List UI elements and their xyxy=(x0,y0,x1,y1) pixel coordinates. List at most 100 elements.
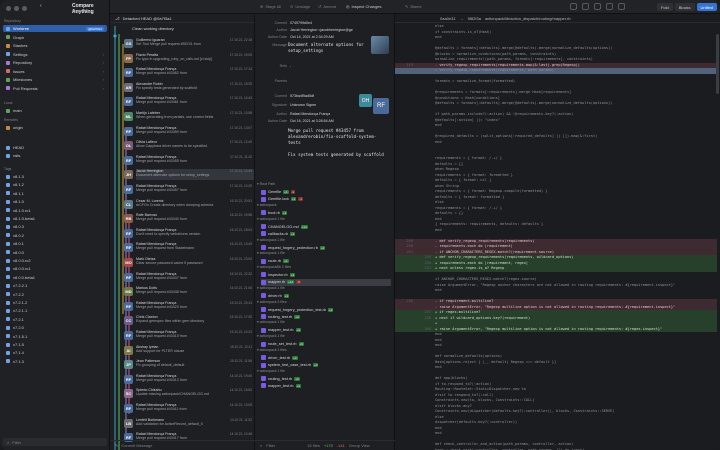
changed-file-row[interactable]: CHANGELOG.md +14 xyxy=(261,223,391,230)
changed-file-row[interactable]: driver_test.rb +4 xyxy=(261,354,391,361)
tag-v8-1-1[interactable]: v8.1.1 xyxy=(3,190,107,197)
changed-file-row[interactable]: mapper.rb +14 -6 xyxy=(261,278,391,286)
file-group-header[interactable]: ▾ actionpack xyxy=(257,203,276,207)
back-icon[interactable]: ‹ xyxy=(40,3,42,9)
sidebar-item-milestones[interactable]: Milestones › xyxy=(3,76,107,83)
tag-v7-1-5-1[interactable]: v7.1.5.1 xyxy=(3,333,107,340)
tag-v8-1-0-rc1[interactable]: v8.1.0.rc1 xyxy=(3,207,107,214)
fetch-icon[interactable] xyxy=(582,3,589,10)
commit-row[interactable]: Flavio Peralta Fix typo in upgrading_ruby… xyxy=(136,53,254,64)
sidebar-item-pull-requests[interactable]: Pull Requests › xyxy=(3,85,107,92)
changed-file-row[interactable]: Gemfile +1 -1 xyxy=(261,189,391,196)
commit-row[interactable]: Rafael Mendonça França Merge pull request… xyxy=(136,126,254,137)
share-icon[interactable] xyxy=(606,3,613,10)
commit-row[interactable]: Sptedo Chikahu Update missing actionpack/… xyxy=(136,388,254,399)
commit-message-bar[interactable]: ✎ Commit Message xyxy=(110,440,255,450)
changed-file-row[interactable]: mapper_test.rb +4 xyxy=(261,382,391,389)
tag-v7-2-0[interactable]: v7.2.0 xyxy=(3,324,107,331)
tag-v7-1-3[interactable]: v7.1.3 xyxy=(3,358,107,365)
changed-file-row[interactable]: Gemfile.lock +1 -1 xyxy=(261,196,391,203)
commit-row[interactable]: Rafael Mendonça França Merge pull request… xyxy=(136,184,254,195)
commit-row[interactable]: Jacob Herrington Document alternate optio… xyxy=(136,169,254,181)
remote-origin[interactable]: origin xyxy=(3,124,107,131)
changed-file-row[interactable]: request_forgery_protection.rb +2 xyxy=(261,244,391,251)
changed-file-row[interactable]: callbacks.rb +1 xyxy=(261,230,391,237)
commit-row[interactable]: Lenfelt Borkmann Add validation for Activ… xyxy=(136,418,254,429)
commit-row[interactable]: Rafael Mendonça França Don't need to spec… xyxy=(136,228,254,239)
commit-row[interactable]: Olivia Lafleur Allow Capybara driver name… xyxy=(136,140,254,151)
refresh-icon[interactable] xyxy=(570,3,577,10)
commit-row[interactable]: Rafael Mendonça França Merge pull request… xyxy=(136,155,254,166)
commit-row[interactable]: Akshay Iyelan Add support for PLTER claus… xyxy=(136,345,254,356)
tag-v8-1-0-beta1[interactable]: v8.1.0.beta1 xyxy=(3,215,107,222)
commit-row[interactable]: Rafe Barroso Merge pull request #43440 fr… xyxy=(136,213,254,224)
segment-unified[interactable]: Unified xyxy=(696,3,717,11)
commit-row[interactable]: Alexandre Robin Fix specify tests generat… xyxy=(136,82,254,93)
unstage-button[interactable]: ⊖ Unstage xyxy=(290,4,310,9)
file-group-header[interactable]: ▾ Root Path xyxy=(257,182,275,186)
changed-file-row[interactable]: system_test_case_test.rb +3 xyxy=(261,362,391,369)
tag-v8-1-2[interactable]: v8.1.2 xyxy=(3,181,107,188)
segment-fold[interactable]: Fold xyxy=(656,3,673,11)
segment-blocks[interactable]: Blocks xyxy=(674,3,695,11)
sidebar-filter-input[interactable]: ⌕ Filter xyxy=(3,438,107,446)
tag-v8-0-0-beta1[interactable]: v8.0.0.beta1 xyxy=(3,274,107,281)
tag-v8-1-0[interactable]: v8.1.0 xyxy=(3,198,107,205)
file-group-header[interactable]: ▾ actionpack 1 file xyxy=(257,286,285,290)
sidebar-item-stashes[interactable]: Stashes xyxy=(3,42,107,49)
commit-row[interactable]: Rafael Mendonça França Merge pull request… xyxy=(136,403,254,414)
commit-row[interactable]: Mark Oteiza Clear secure password cache i… xyxy=(136,257,254,268)
sidebar-item-worktree[interactable]: Worktree @0a7f3a1 xyxy=(3,25,107,32)
commit-row[interactable]: Guillermo Iguaran Set Tool Merge pull req… xyxy=(136,38,254,49)
tag-v8-0-0-rc1[interactable]: v8.0.0.rc1 xyxy=(3,265,107,272)
file-group-header[interactable]: ▾ actionpack 1 file xyxy=(257,320,285,324)
commit-row[interactable]: Rafael Mendonça França Merge pull request… xyxy=(136,272,254,283)
changed-file-row[interactable]: boot.rb +1 xyxy=(261,209,391,216)
tag-v7-2-1[interactable]: v7.2.1 xyxy=(3,316,107,323)
commit-row[interactable]: Rafael Mendonça França Merge pull request… xyxy=(136,301,254,312)
changed-file-row[interactable]: route_set_test.rb +9 xyxy=(261,341,391,348)
tag-v7-2-1-2[interactable]: v7.2.1.2 xyxy=(3,299,107,306)
inspect-changes-button[interactable]: ◎ Inspect Changes xyxy=(346,4,382,9)
commit-row[interactable]: Markus Doits Merge pull request #43438 fr… xyxy=(136,286,254,297)
changed-file-row[interactable]: routing_test.rb +3 xyxy=(261,375,391,382)
changed-file-row[interactable]: driver.rb +1 xyxy=(261,292,391,299)
branch-main[interactable]: main xyxy=(3,107,107,114)
changed-file-row[interactable]: request_forgery_protection_test.rb +2 xyxy=(261,306,391,313)
commit-row[interactable]: Chris Claxton Expand gemspec files within… xyxy=(136,315,254,326)
tag-v8-0-3[interactable]: v8.0.3 xyxy=(3,223,107,230)
close-window-button[interactable] xyxy=(6,6,11,11)
changed-file-row[interactable]: routing_test.rb +4 xyxy=(261,313,391,320)
sidebar-item-graph[interactable]: Graph xyxy=(3,34,107,41)
sidebar-item-repository[interactable]: Repository › xyxy=(3,59,107,66)
tag-v7-2-2-1[interactable]: v7.2.2.1 xyxy=(3,282,107,289)
file-group-header[interactable]: ▾ actionpack 1 file xyxy=(257,334,285,338)
blame-button[interactable]: ✎ Blame xyxy=(405,4,422,9)
file-group-header[interactable]: ▾ actionpack 1 file xyxy=(257,238,285,242)
tag-v8-0-0-rc2[interactable]: v8.0.0.rc2 xyxy=(3,257,107,264)
tag-v7-1-5[interactable]: v7.1.5 xyxy=(3,341,107,348)
sidebar-item-settings[interactable]: Settings › xyxy=(3,51,107,58)
sidebar-toggle-icon[interactable] xyxy=(618,3,625,10)
tag-v7-1-4[interactable]: v7.1.4 xyxy=(3,349,107,356)
commit-row[interactable]: Jean Patterson Fix grouping of default_de… xyxy=(136,359,254,370)
changed-file-row[interactable]: inspector.rb +3 xyxy=(261,271,391,278)
tag-v8-0-1[interactable]: v8.0.1 xyxy=(3,240,107,247)
commit-row[interactable]: Martijn Lafeber When generating from part… xyxy=(136,111,254,122)
commit-row[interactable]: Rafael Mendonça França Merge pull request… xyxy=(136,330,254,341)
commit-row[interactable]: Cezar M. Lorentz rbCFOn Create directory … xyxy=(136,199,254,210)
commit-row[interactable]: Rafael Mendonça França Merge pull request… xyxy=(136,96,254,107)
tag-v8-0-2[interactable]: v8.0.2 xyxy=(3,232,107,239)
file-group-header[interactable]: ▾ actionpack 2 files xyxy=(257,348,287,352)
changed-file-row[interactable]: route.rb +1 xyxy=(261,258,391,265)
tag-v7-2-1-1[interactable]: v7.2.1.1 xyxy=(3,307,107,314)
zoom-window-button[interactable] xyxy=(22,6,27,11)
stage-all-button[interactable]: ⊕ Stage All xyxy=(260,4,281,9)
ref-head[interactable]: HEAD xyxy=(3,144,107,151)
push-icon[interactable] xyxy=(594,3,601,10)
file-group-header[interactable]: ▾ actionpack 3 files xyxy=(257,300,287,304)
tag-v7-2-2[interactable]: v7.2.2 xyxy=(3,291,107,298)
file-group-header[interactable]: ▾ actionpack 1 file xyxy=(257,251,285,255)
commit-row[interactable]: Rafael Mendonça França Merge pull request… xyxy=(136,67,254,78)
file-group-header[interactable]: ▾ actionpack 1 file xyxy=(257,217,285,221)
